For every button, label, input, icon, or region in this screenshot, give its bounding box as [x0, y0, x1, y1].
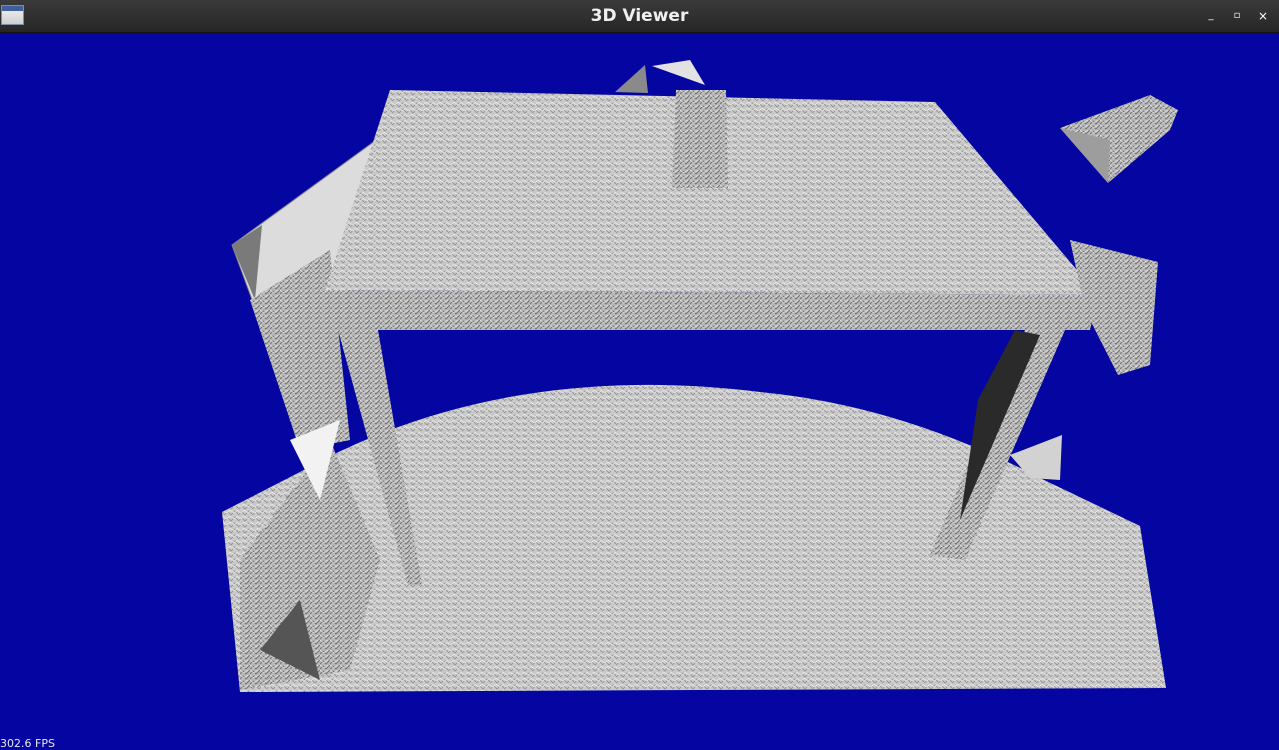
- 3d-viewport[interactable]: [0, 33, 1279, 750]
- minimize-button[interactable]: _: [1203, 8, 1219, 24]
- maximize-button[interactable]: ▫: [1229, 8, 1245, 24]
- fps-counter: 302.6 FPS: [0, 737, 55, 750]
- window-title: 3D Viewer: [590, 6, 689, 26]
- mesh-render[interactable]: [0, 33, 1279, 750]
- title-bar[interactable]: 3D Viewer _ ▫ ×: [0, 0, 1279, 33]
- viewer-window: 3D Viewer _ ▫ × 302.6 FPS: [0, 0, 1279, 750]
- close-button[interactable]: ×: [1255, 8, 1271, 24]
